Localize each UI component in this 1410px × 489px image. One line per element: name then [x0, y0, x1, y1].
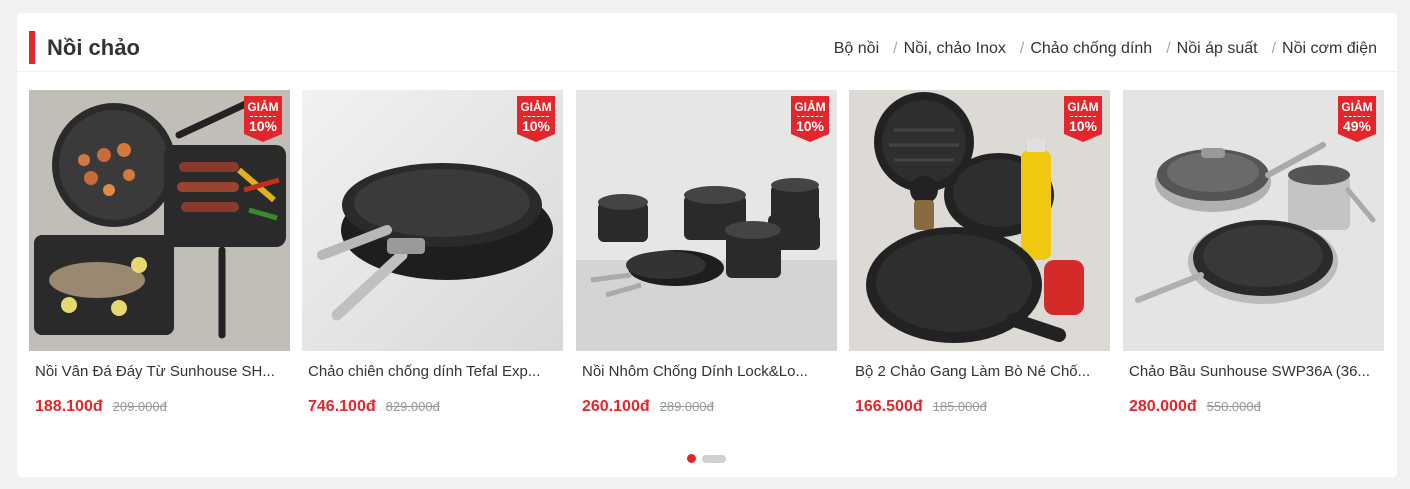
current-price: 746.100đ [308, 398, 376, 415]
product-image[interactable]: GIẢM 10% [302, 90, 563, 351]
badge-value: 10% [521, 118, 551, 134]
badge-value: 10% [248, 118, 278, 134]
product-image[interactable]: GIẢM 10% [576, 90, 837, 351]
product-name[interactable]: Chảo Bầu Sunhouse SWP36A (36... [1129, 362, 1379, 382]
product-image[interactable]: GIẢM 10% [29, 90, 290, 351]
badge-label: GIẢM [1067, 100, 1099, 114]
badge-label: GIẢM [520, 100, 552, 114]
old-price: 829.000đ [385, 399, 440, 414]
old-price: 550.000đ [1206, 399, 1261, 414]
badge-value: 49% [1342, 118, 1372, 134]
badge-label: GIẢM [247, 100, 279, 114]
current-price: 188.100đ [35, 398, 103, 415]
product-name[interactable]: Nồi Vân Đá Đáy Từ Sunhouse SH... [35, 362, 285, 382]
badge-value: 10% [795, 118, 825, 134]
badge-label: GIẢM [794, 100, 826, 114]
product-price: 260.100đ 289.000đ [582, 397, 714, 417]
product-price: 166.500đ 185.000đ [855, 397, 987, 417]
old-price: 289.000đ [659, 399, 714, 414]
category-link-noi-com-dien[interactable]: Nồi cơm điện [1282, 38, 1377, 60]
current-price: 280.000đ [1129, 398, 1197, 415]
product-card[interactable]: GIẢM 10% Nồi Vân Đá Đáy Từ Sunhouse SH..… [29, 90, 290, 420]
title-accent-bar [29, 31, 35, 64]
carousel-pagination [687, 454, 726, 463]
category-link-noi-chao-inox[interactable]: Nồi, chảo Inox [904, 38, 1006, 60]
category-links: Bộ nồi / Nồi, chảo Inox / Chảo chống dín… [834, 38, 1377, 60]
category-link-noi-ap-suat[interactable]: Nồi áp suất [1177, 38, 1258, 60]
category-separator: / [1166, 40, 1171, 57]
section-header: Nồi chảo Bộ nồi / Nồi, chảo Inox / Chảo … [17, 13, 1397, 72]
category-separator: / [893, 40, 898, 57]
product-price: 746.100đ 829.000đ [308, 397, 440, 417]
discount-badge: GIẢM 10% [244, 96, 282, 142]
product-name[interactable]: Nồi Nhôm Chống Dính Lock&Lo... [582, 362, 832, 382]
product-price: 280.000đ 550.000đ [1129, 397, 1261, 417]
product-image[interactable]: GIẢM 10% [849, 90, 1110, 351]
product-card[interactable]: GIẢM 10% Nồi Nhôm Chống Dính Lock&Lo... … [576, 90, 837, 420]
discount-badge: GIẢM 10% [791, 96, 829, 142]
badge-value: 10% [1068, 118, 1098, 134]
category-separator: / [1271, 40, 1277, 57]
product-name[interactable]: Bộ 2 Chảo Gang Làm Bò Né Chố... [855, 362, 1105, 382]
old-price: 185.000đ [932, 399, 987, 414]
category-link-bo-noi[interactable]: Bộ nồi [834, 38, 879, 60]
product-card[interactable]: GIẢM 10% Chảo chiên chống dính Tefal Exp… [302, 90, 563, 420]
category-separator: / [1019, 40, 1025, 57]
product-section: Nồi chảo Bộ nồi / Nồi, chảo Inox / Chảo … [17, 13, 1397, 477]
product-name[interactable]: Chảo chiên chống dính Tefal Exp... [308, 362, 558, 382]
discount-badge: GIẢM 49% [1338, 96, 1376, 142]
category-link-chao-chong-dinh[interactable]: Chảo chống dính [1030, 38, 1152, 60]
product-card[interactable]: GIẢM 10% Bộ 2 Chảo Gang Làm Bò Né Chố...… [849, 90, 1110, 420]
old-price: 209.000đ [112, 399, 167, 414]
current-price: 166.500đ [855, 398, 923, 415]
current-price: 260.100đ [582, 398, 650, 415]
discount-badge: GIẢM 10% [1064, 96, 1102, 142]
product-card[interactable]: GIẢM 49% Chảo Bầu Sunhouse SWP36A (36...… [1123, 90, 1384, 420]
discount-badge: GIẢM 10% [517, 96, 555, 142]
product-image[interactable]: GIẢM 49% [1123, 90, 1384, 351]
product-price: 188.100đ 209.000đ [35, 397, 167, 417]
pagination-dot-active[interactable] [687, 454, 696, 463]
pagination-dot[interactable] [702, 454, 726, 463]
badge-label: GIẢM [1341, 100, 1373, 114]
section-title: Nồi chảo [47, 35, 140, 60]
